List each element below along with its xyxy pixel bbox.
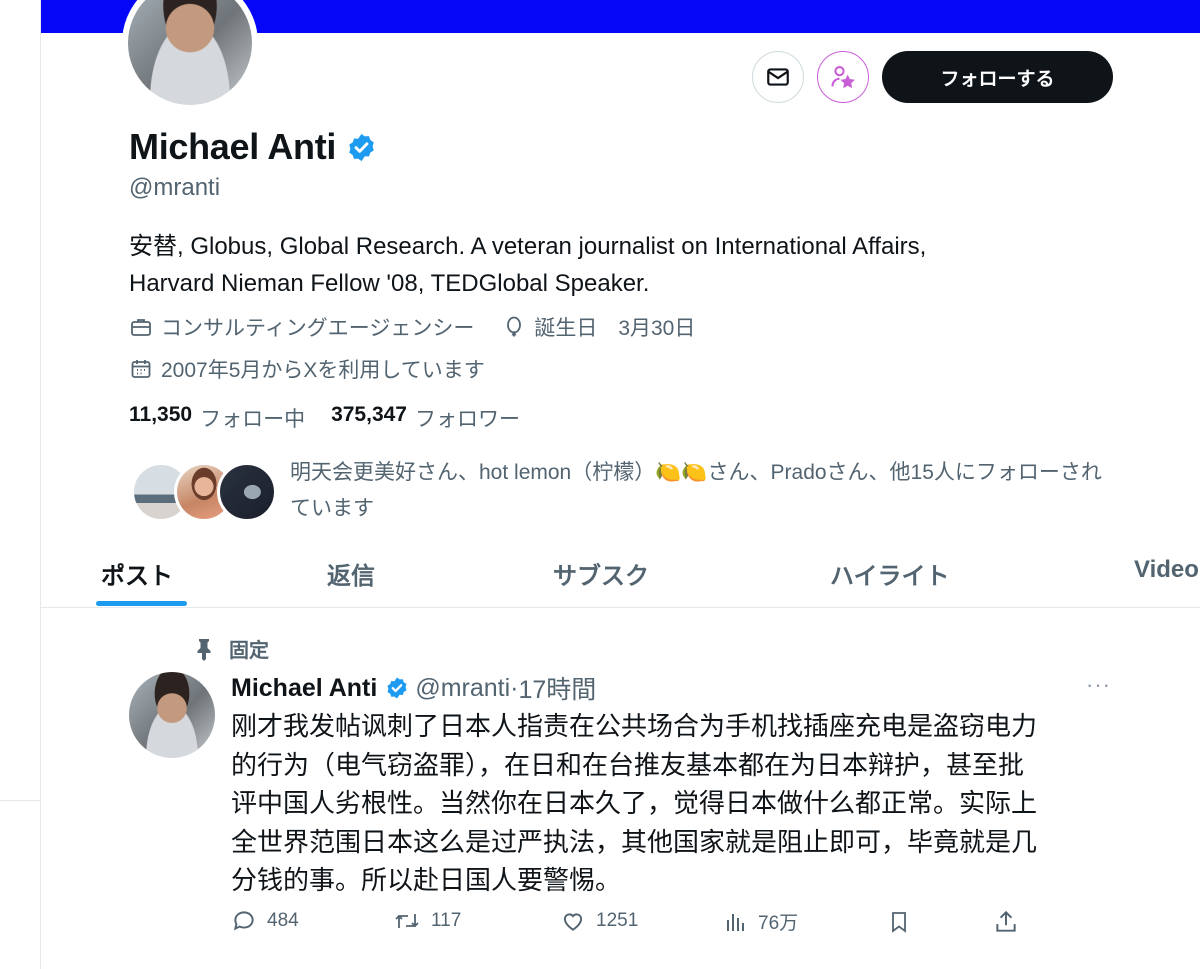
tab-video[interactable]: Video [1134,556,1199,584]
post-text-line: 的行为（电气窃盗罪），在日和在台推友基本都在为日本辩护，甚至批 [231,750,1025,781]
profile-joined-row: 2007年5月からXを利用しています [129,354,485,384]
post-text-line: 全世界范围日本这么是过严执法，其他国家就是阻止即可，毕竟就是几 [231,827,1038,858]
message-button[interactable] [752,51,804,103]
more-options-button[interactable]: ··· [1086,672,1111,698]
profile-joined: 2007年5月からXを利用しています [161,359,485,382]
reply-icon [233,911,254,931]
like-count: 1251 [596,910,639,931]
follow-button[interactable]: フォローする [882,51,1113,103]
subscribe-star-person-icon [831,66,855,89]
profile-name: Michael Anti [129,126,377,168]
post-text-line: 分钱的事。所以赴日国人要警惕。 [231,866,622,896]
share-button[interactable] [993,908,1019,936]
post-header: Michael Anti @mranti · 17時間 [231,670,596,706]
bookmark-button[interactable] [887,908,911,936]
profile-birthday: 誕生日 3月30日 [534,317,696,340]
profile-meta-row: コンサルティングエージェンシー 誕生日 3月30日 [129,312,695,342]
reply-count: 484 [267,910,299,931]
views-button[interactable]: 76万 [724,908,798,935]
profile-handle: @mranti [129,174,221,201]
profile-category[interactable]: コンサルティングエージェンシー [161,312,474,342]
tab-highlights[interactable]: ハイライト [830,556,950,591]
like-button[interactable]: 1251 [560,908,638,934]
followed-by-text[interactable]: 明天会更美好さん、hot lemon（柠檬）🍋🍋さん、Pradoさん、他15人に… [290,455,1110,527]
bio-line: Harvard Nieman Fellow '08, TEDGlobal Spe… [129,270,650,297]
profile-avatar[interactable] [122,0,258,111]
envelope-icon [767,68,789,86]
following-label[interactable]: フォロー中 [200,403,305,433]
post-author-avatar[interactable] [129,672,215,758]
profile-name-text: Michael Anti [129,126,337,167]
post-timestamp[interactable]: 17時間 [519,670,597,706]
post-author-name[interactable]: Michael Anti [231,674,377,703]
verified-badge-icon[interactable] [346,132,377,163]
following-count[interactable]: 11,350 [129,403,192,433]
pin-icon [197,638,211,661]
reply-button[interactable]: 484 [231,908,299,934]
tab-posts[interactable]: ポスト [101,556,173,591]
follow-counts: 11,350 フォロー中 375,347 フォロワー [129,403,520,433]
gutter-divider [0,800,41,801]
views-count: 76万 [758,913,799,934]
left-gutter [0,0,41,969]
profile-bio: 安替, Globus, Global Research. A veteran j… [129,228,1089,302]
pinned-label: 固定 [193,634,269,663]
repost-icon [395,914,419,928]
repost-button[interactable]: 117 [393,908,461,934]
tab-subscriptions[interactable]: サブスク [553,556,649,591]
followers-label[interactable]: フォロワー [415,403,520,433]
subscribe-button[interactable] [817,51,869,103]
profile-tabs: ポスト 返信 サブスク ハイライト Video [41,548,1200,608]
follower-avatar [217,462,277,522]
followed-by-avatars[interactable] [131,462,281,522]
post-text-line: 刚才我发帖讽刺了日本人指责在公共场合为手机找插座充电是盗窃电力 [231,712,1038,742]
post-separator: · [510,673,519,702]
bio-line: 安替, Globus, Global Research. A veteran j… [129,233,927,260]
post-actions: 484 117 1251 76万 [231,908,1031,942]
verified-badge-icon[interactable] [385,676,409,700]
briefcase-icon [131,319,151,336]
bookmark-icon [892,912,906,933]
balloon-icon [507,316,522,337]
pinned-text: 固定 [229,640,269,662]
calendar-icon [131,360,151,378]
post-text-line: 评中国人劣根性。当然你在日本久了，觉得日本做什么都正常。实际上 [231,789,1038,819]
post-author-handle[interactable]: @mranti [415,674,510,703]
followers-count[interactable]: 375,347 [331,403,407,433]
active-tab-indicator [96,601,187,606]
like-icon [563,913,583,931]
post-text: 刚才我发帖讽刺了日本人指责在公共场合为手机找插座充电是盗窃电力 的行为（电气窃盗… [231,708,1111,901]
repost-count: 117 [431,910,462,931]
tab-replies[interactable]: 返信 [327,556,375,591]
views-icon [727,913,744,931]
share-icon [996,910,1016,932]
